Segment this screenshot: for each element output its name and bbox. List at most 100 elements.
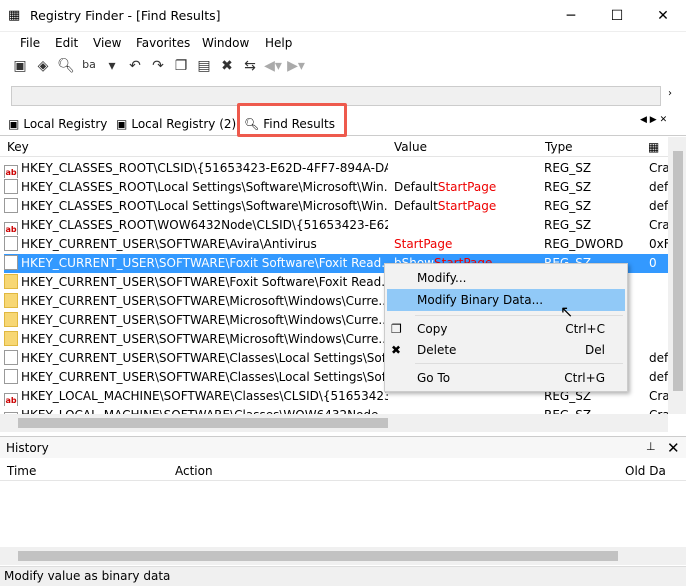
string-value-icon: ab xyxy=(4,393,18,406)
highlight-box xyxy=(237,103,347,137)
table-row[interactable]: ab HKEY_CLASSES_ROOT\WOW6432Node\CLSID\{5… xyxy=(4,216,668,235)
binary-value-icon xyxy=(4,236,18,251)
close-button[interactable]: ✕ xyxy=(640,0,686,32)
cell-value-match: StartPage xyxy=(394,237,453,251)
paste-icon[interactable]: ▤ xyxy=(194,58,214,82)
copy-icon[interactable]: ❐ xyxy=(171,58,191,82)
column-type[interactable]: Type xyxy=(545,140,573,154)
cell-data: def xyxy=(649,370,668,384)
cell-key: HKEY_CURRENT_USER\SOFTWARE\Classes\Local… xyxy=(21,370,388,384)
context-menu: Modify... Modify Binary Data... ❐ Copy Ctr… xyxy=(384,263,628,392)
column-key[interactable]: Key xyxy=(7,140,29,154)
cell-data: def xyxy=(649,199,668,213)
menu-view[interactable]: View xyxy=(93,36,121,50)
cell-data: def xyxy=(649,180,668,194)
history-header: Time Action Old Da xyxy=(0,461,686,481)
list-header: Key Value Type ▦ xyxy=(0,137,668,157)
menu-item-modify-binary[interactable]: Modify Binary Data... xyxy=(387,289,625,311)
history-close-icon[interactable]: ✕ xyxy=(667,439,680,457)
column-value[interactable]: Value xyxy=(394,140,427,154)
cell-type: REG_SZ xyxy=(544,218,592,232)
cell-key: HKEY_CURRENT_USER\SOFTWARE\Foxit Softwar… xyxy=(21,256,388,270)
menu-item-copy[interactable]: ❐ Copy Ctrl+C xyxy=(387,318,625,340)
menu-favorites[interactable]: Favorites xyxy=(136,36,190,50)
find-icon[interactable]: 🔍︎ xyxy=(56,58,76,82)
menu-help[interactable]: Help xyxy=(265,36,292,50)
folder-icon xyxy=(4,293,18,308)
registry-icon[interactable]: ▣ xyxy=(10,58,30,82)
cell-data: Cra xyxy=(649,161,668,175)
column-chooser-icon[interactable]: ▦ xyxy=(648,140,659,154)
status-text: Modify value as binary data xyxy=(4,569,171,583)
cell-key: HKEY_CLASSES_ROOT\Local Settings\Softwar… xyxy=(21,180,388,194)
menu-file[interactable]: File xyxy=(20,36,40,50)
status-bar: Modify value as binary data xyxy=(0,566,686,586)
folder-icon xyxy=(4,274,18,289)
column-old-data[interactable]: Old Da xyxy=(625,464,666,478)
back-icon[interactable]: ◀▾ xyxy=(263,58,283,82)
app-icon: ▦ xyxy=(8,8,21,23)
maximize-button[interactable]: ☐ xyxy=(594,0,640,32)
delete-icon[interactable]: ✖ xyxy=(217,58,237,82)
cell-type: REG_SZ xyxy=(544,161,592,175)
addr-scroll-right-icon[interactable]: › xyxy=(668,88,672,99)
binary-value-icon xyxy=(4,198,18,213)
horizontal-scrollbar[interactable] xyxy=(0,414,668,432)
minimize-button[interactable]: ─ xyxy=(548,0,594,32)
menu-item-modify[interactable]: Modify... xyxy=(387,267,625,289)
table-row[interactable]: HKEY_CLASSES_ROOT\Local Settings\Softwar… xyxy=(4,178,668,197)
pin-icon[interactable]: ⊥ xyxy=(646,440,656,453)
binary-value-icon xyxy=(4,350,18,365)
menu-item-delete[interactable]: ✖ Delete Del xyxy=(387,339,625,361)
cell-key: HKEY_CURRENT_USER\SOFTWARE\Microsoft\Win… xyxy=(21,332,388,346)
binary-value-icon xyxy=(4,179,18,194)
cell-value-match: StartPage xyxy=(437,199,497,213)
cell-value: Default xyxy=(394,199,438,213)
history-title: History xyxy=(6,441,49,455)
undo-icon[interactable]: ↶ xyxy=(125,58,145,82)
cell-key: HKEY_LOCAL_MACHINE\SOFTWARE\Classes\CLSI… xyxy=(21,389,388,403)
forward-icon[interactable]: ▶▾ xyxy=(286,58,306,82)
cell-data: 0 xyxy=(649,256,657,270)
refresh-icon[interactable]: ⇆ xyxy=(240,58,260,82)
title-bar: ▦ Registry Finder - [Find Results] ─ ☐ ✕ xyxy=(0,0,686,32)
delete-icon: ✖ xyxy=(391,343,402,357)
menu-edit[interactable]: Edit xyxy=(55,36,78,50)
cell-key: HKEY_CURRENT_USER\SOFTWARE\Avira\Antivir… xyxy=(21,237,317,251)
cell-data: Cra xyxy=(649,389,668,403)
redo-icon[interactable]: ↷ xyxy=(148,58,168,82)
cell-key: HKEY_CURRENT_USER\SOFTWARE\Classes\Local… xyxy=(21,351,388,365)
save-icon[interactable]: ▾ xyxy=(102,58,122,82)
folder-icon xyxy=(4,312,18,327)
tab-scroll-icons[interactable]: ◀ ▶ ✕ xyxy=(640,115,667,125)
cell-value-match: StartPage xyxy=(437,180,497,194)
table-row[interactable]: ab HKEY_CLASSES_ROOT\CLSID\{51653423-E62D… xyxy=(4,159,668,178)
window-title: Registry Finder - [Find Results] xyxy=(30,8,221,23)
vertical-scrollbar[interactable] xyxy=(668,137,686,414)
history-scrollbar[interactable] xyxy=(0,547,686,565)
menu-item-goto[interactable]: Go To Ctrl+G xyxy=(387,367,625,389)
table-row[interactable]: HKEY_CURRENT_USER\SOFTWARE\Avira\Antivir… xyxy=(4,235,668,254)
cell-key: HKEY_CURRENT_USER\SOFTWARE\Microsoft\Win… xyxy=(21,294,388,308)
registry-icon: ▣ xyxy=(8,117,20,131)
cell-value: Default xyxy=(394,180,438,194)
string-value-icon: ab xyxy=(4,165,18,178)
tab-local-registry-2[interactable]: ▣ Local Registry (2) xyxy=(116,114,236,134)
tab-local-registry[interactable]: ▣ Local Registry xyxy=(8,114,107,134)
registry-icon: ▣ xyxy=(116,117,128,131)
cell-key: HKEY_CLASSES_ROOT\Local Settings\Softwar… xyxy=(21,199,388,213)
cell-key: HKEY_CLASSES_ROOT\WOW6432Node\CLSID\{516… xyxy=(21,218,388,232)
menu-bar: File Edit View Favorites Window Help xyxy=(0,33,686,55)
table-row[interactable]: HKEY_CLASSES_ROOT\Local Settings\Softwar… xyxy=(4,197,668,216)
copy-icon: ❐ xyxy=(391,322,402,336)
cell-key: HKEY_CURRENT_USER\SOFTWARE\Microsoft\Win… xyxy=(21,313,388,327)
cell-key: HKEY_CLASSES_ROOT\CLSID\{51653423-E62D-4… xyxy=(21,161,388,175)
column-time[interactable]: Time xyxy=(7,464,36,478)
connect-icon[interactable]: ◈ xyxy=(33,58,53,82)
cell-type: REG_SZ xyxy=(544,199,592,213)
history-panel-header: History ⊥ ✕ xyxy=(0,436,686,458)
cell-type: REG_DWORD xyxy=(544,237,624,251)
column-action[interactable]: Action xyxy=(175,464,213,478)
menu-window[interactable]: Window xyxy=(202,36,249,50)
replace-icon[interactable]: ba xyxy=(79,58,99,82)
